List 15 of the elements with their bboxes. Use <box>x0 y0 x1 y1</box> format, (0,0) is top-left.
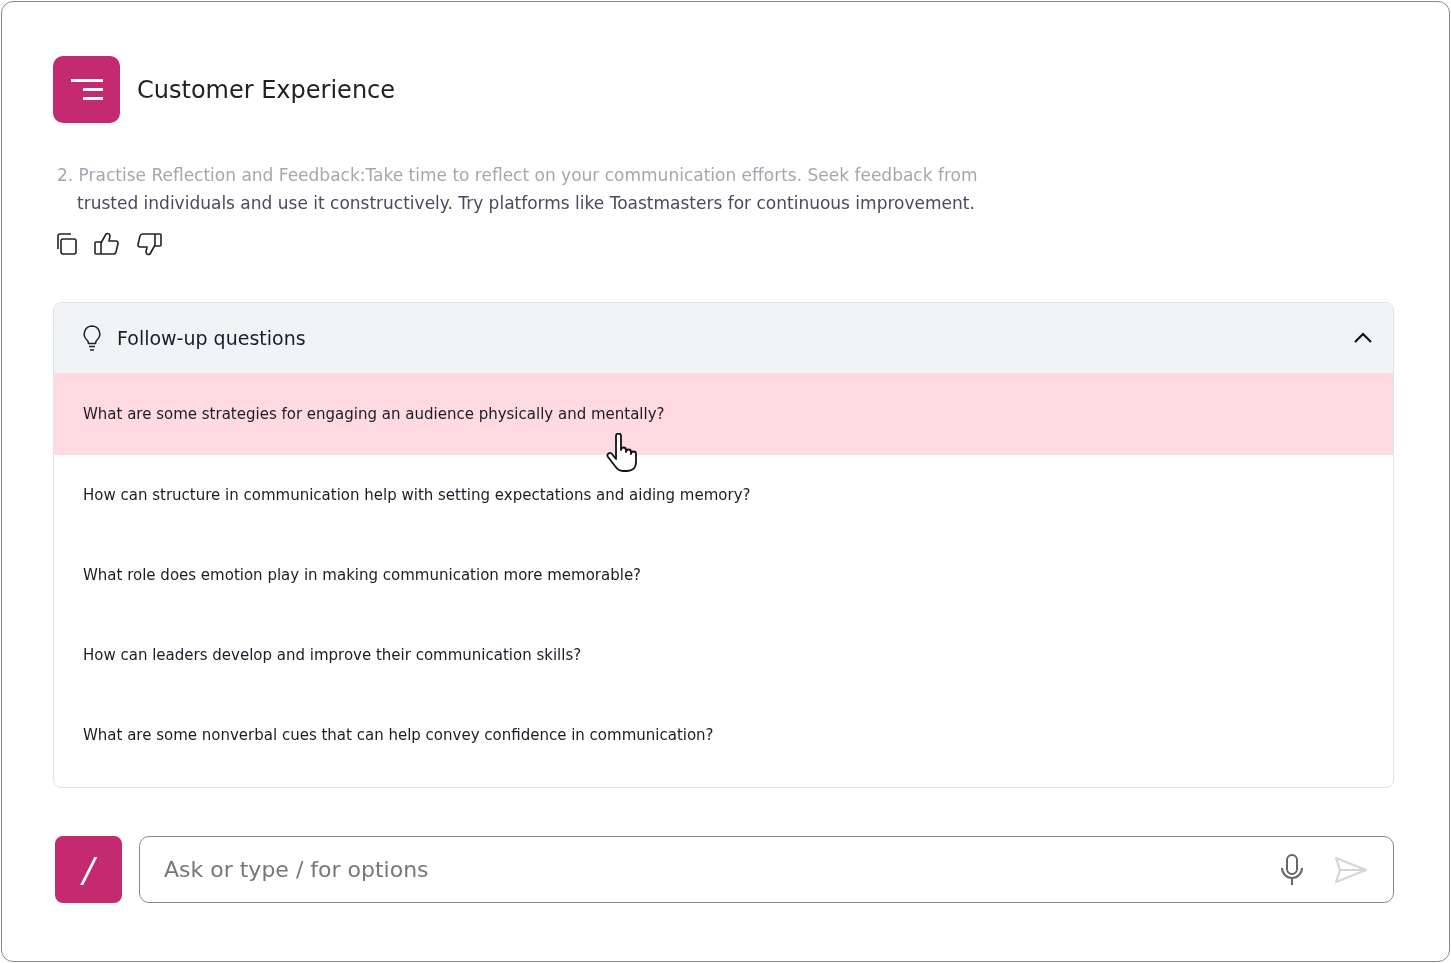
command-button[interactable]: / <box>55 836 122 903</box>
message-field[interactable]: Ask or type / for options <box>139 836 1394 903</box>
microphone-icon[interactable] <box>1279 852 1305 887</box>
answer-text-line: 2. Practise Reflection and Feedback:Take time to reflect on your communication efforts. Seek feedback from <box>57 164 979 187</box>
thumbs-up-icon[interactable] <box>93 231 121 257</box>
page-title: Customer Experience <box>137 75 396 104</box>
thumbs-down-icon[interactable] <box>135 231 163 257</box>
chevron-up-icon[interactable] <box>1353 332 1373 344</box>
answer-text-line: trusted individuals and use it constructively. Try platforms like Toastmasters for continuous improvement. <box>76 192 976 215</box>
message-input[interactable]: Ask or type / for options <box>162 856 1251 883</box>
panel-header[interactable]: Follow-up questions <box>54 303 1393 373</box>
panel-title: Follow-up questions <box>117 327 306 349</box>
menu-button[interactable] <box>53 56 120 123</box>
menu-icon <box>68 77 105 102</box>
lightbulb-icon <box>81 324 103 352</box>
